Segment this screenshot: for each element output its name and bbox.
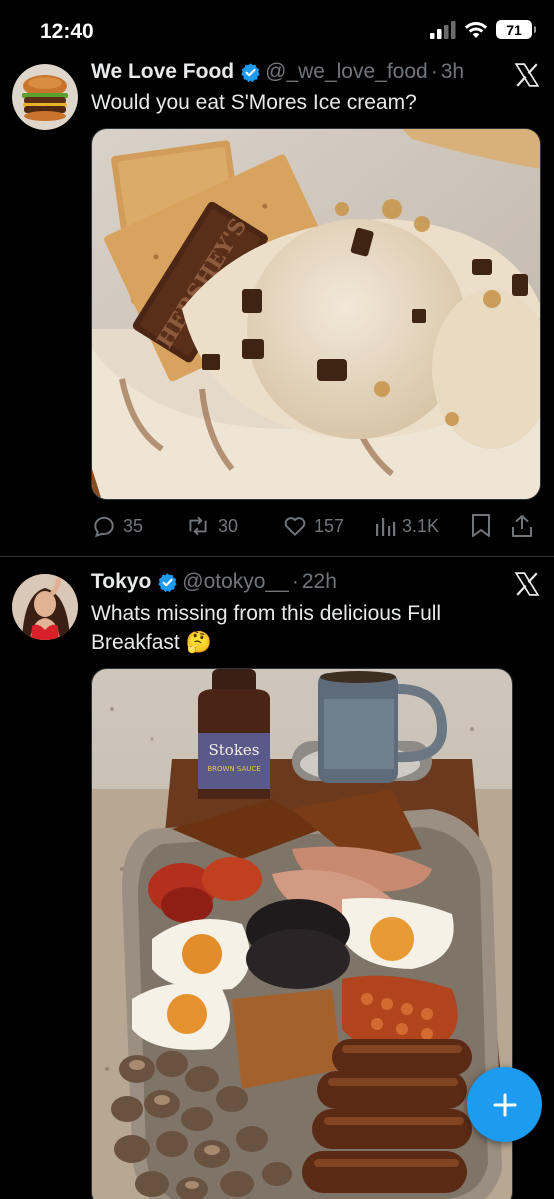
burger-avatar-image	[12, 64, 78, 130]
verified-badge-icon	[241, 62, 260, 82]
tweet-actions: 35 30 157 3.1K	[91, 512, 541, 540]
x-logo-icon[interactable]	[514, 62, 540, 88]
repost-button[interactable]: 30	[184, 513, 282, 539]
bookmark-button[interactable]	[470, 513, 510, 539]
avatar[interactable]	[12, 64, 78, 130]
breakfast-photo: Stokes BROWN SAUCE	[92, 669, 512, 1199]
views-icon	[376, 518, 396, 536]
separator-dot: ·	[430, 60, 438, 83]
tweet-header: We Love Food @_we_love_food · 3h	[91, 60, 464, 84]
share-icon	[512, 515, 532, 537]
plus-icon	[493, 1093, 516, 1116]
timestamp[interactable]: 22h	[302, 570, 337, 594]
tweet-header: Tokyo @otokyo__ · 22h	[91, 570, 337, 594]
tweet-text: Whats missing from this delicious Full B…	[91, 602, 442, 654]
tweet-1[interactable]: We Love Food @_we_love_food · 3h Would y…	[0, 0, 554, 556]
reply-icon	[94, 516, 114, 538]
compose-button[interactable]	[467, 1067, 542, 1142]
tweet-text: Would you eat S'Mores Ice cream?	[91, 91, 417, 114]
ice-cream-photo: HERSHEY'S	[92, 129, 540, 499]
profile-avatar-image	[12, 574, 78, 640]
bookmark-icon	[472, 514, 490, 537]
display-name[interactable]: We Love Food	[91, 60, 234, 84]
views-count: 3.1K	[402, 515, 440, 536]
separator-dot: ·	[291, 570, 299, 593]
x-logo-icon[interactable]	[514, 571, 540, 597]
views-button[interactable]: 3.1K	[374, 514, 470, 538]
sauce-label: Stokes	[209, 741, 260, 759]
sauce-sub-label: BROWN SAUCE	[207, 765, 260, 773]
like-count: 157	[314, 515, 345, 536]
display-name[interactable]: Tokyo	[91, 570, 151, 594]
verified-badge-icon	[158, 572, 177, 592]
repost-icon	[189, 516, 207, 536]
reply-count: 35	[123, 515, 144, 536]
handle[interactable]: @otokyo__	[182, 570, 289, 594]
share-button[interactable]	[510, 513, 538, 539]
repost-count: 30	[218, 515, 239, 536]
tweet-image-smores-ice-cream[interactable]: HERSHEY'S	[91, 128, 541, 500]
tweet-image-full-breakfast[interactable]: Stokes BROWN SAUCE	[91, 668, 513, 1199]
reply-button[interactable]: 35	[91, 513, 184, 539]
like-icon	[284, 517, 306, 536]
handle[interactable]: @_we_love_food	[265, 60, 428, 84]
avatar[interactable]	[12, 574, 78, 640]
like-button[interactable]: 157	[282, 513, 374, 539]
timestamp[interactable]: 3h	[441, 60, 464, 84]
